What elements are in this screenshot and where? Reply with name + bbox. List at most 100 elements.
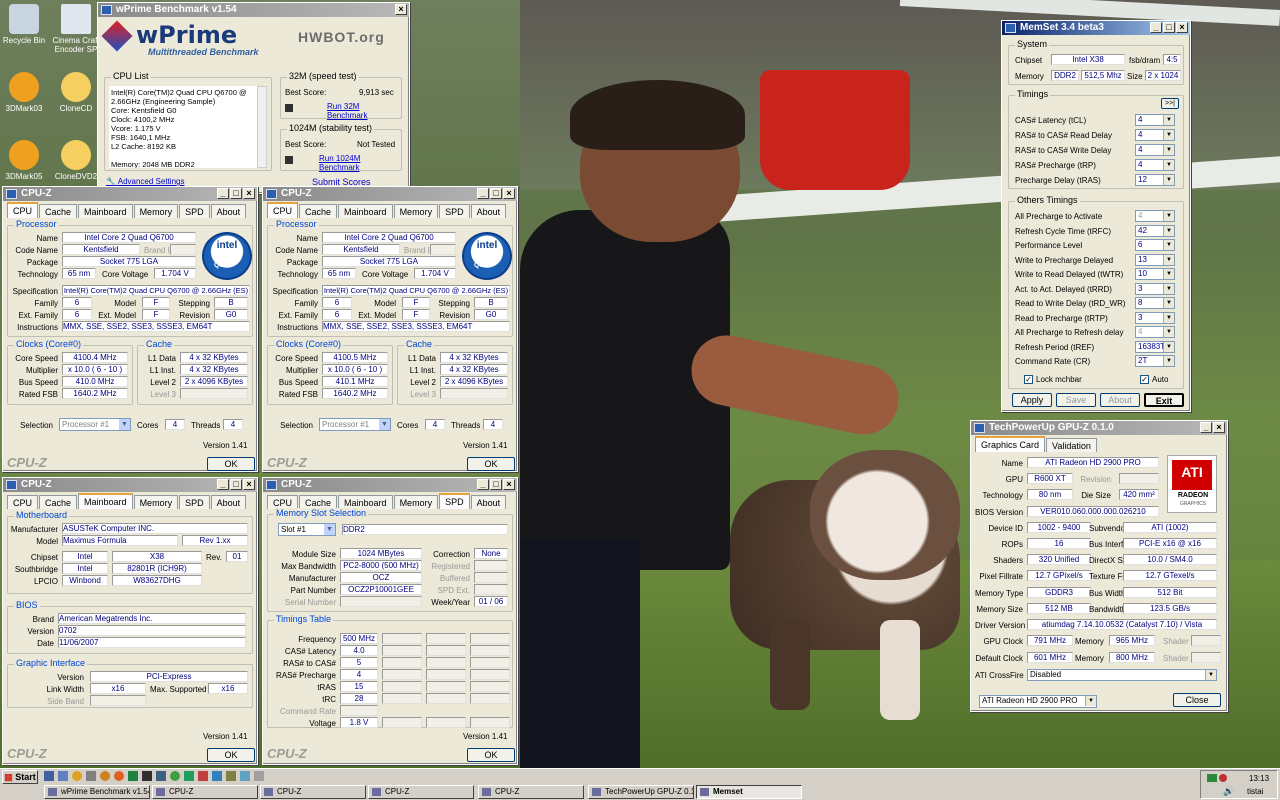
tab-graphics-card[interactable]: Graphics Card bbox=[975, 436, 1046, 452]
tab-about[interactable]: About bbox=[210, 495, 247, 509]
close-button[interactable]: × bbox=[503, 188, 515, 199]
ok-button[interactable]: OK bbox=[467, 457, 515, 471]
timing-dropdown[interactable]: 4 bbox=[1135, 129, 1175, 141]
quicklaunch-icon[interactable] bbox=[184, 771, 194, 781]
maximize-button[interactable]: □ bbox=[490, 188, 502, 199]
security-icon[interactable] bbox=[1219, 774, 1227, 782]
quicklaunch-icon[interactable] bbox=[212, 771, 222, 781]
close-button[interactable]: Close bbox=[1173, 693, 1221, 707]
other-timing-dropdown[interactable]: 4 bbox=[1135, 210, 1175, 222]
tab-about[interactable]: About bbox=[470, 495, 507, 509]
tab-memory[interactable]: Memory bbox=[133, 495, 179, 509]
about-button[interactable]: About bbox=[1100, 393, 1140, 407]
ok-button[interactable]: OK bbox=[207, 457, 255, 471]
run-1024m-link[interactable]: Run 1024M Benchmark bbox=[319, 154, 401, 172]
quicklaunch-icon[interactable] bbox=[142, 771, 152, 781]
tab-cpu[interactable]: CPU bbox=[267, 495, 299, 509]
minimize-button[interactable]: _ bbox=[477, 188, 489, 199]
quicklaunch-icon[interactable] bbox=[128, 771, 138, 781]
processor-selection[interactable]: Processor #1 bbox=[319, 418, 391, 431]
timing-dropdown[interactable]: 4 bbox=[1135, 114, 1175, 126]
other-timing-dropdown[interactable]: 42 bbox=[1135, 224, 1175, 237]
other-timing-dropdown[interactable]: 6 bbox=[1135, 239, 1175, 251]
tab-cache[interactable]: Cache bbox=[299, 204, 338, 218]
auto-checkbox[interactable]: ✓ bbox=[1140, 375, 1149, 384]
tab-spd[interactable]: SPD bbox=[179, 495, 210, 509]
tab-memory[interactable]: Memory bbox=[393, 204, 439, 218]
close-button[interactable]: × bbox=[1176, 22, 1188, 33]
crossfire-dropdown[interactable]: Disabled bbox=[1027, 669, 1217, 681]
exit-button[interactable]: Exit bbox=[1144, 393, 1184, 407]
tab-cache[interactable]: Cache bbox=[39, 495, 78, 509]
slot-selector[interactable]: Slot #1 bbox=[278, 523, 336, 536]
timing-dropdown[interactable]: 4 bbox=[1135, 159, 1175, 171]
tab-mainboard[interactable]: Mainboard bbox=[78, 493, 133, 509]
timing-dropdown[interactable]: 12 bbox=[1135, 174, 1175, 186]
close-button[interactable]: × bbox=[243, 188, 255, 199]
maximize-button[interactable]: □ bbox=[230, 188, 242, 199]
other-timing-dropdown[interactable]: 16383T bbox=[1135, 340, 1175, 353]
quicklaunch-icon[interactable] bbox=[100, 771, 110, 781]
gpu-selector[interactable]: ATI Radeon HD 2900 PRO bbox=[979, 695, 1097, 708]
cpuz-titlebar[interactable]: CPU-Z _ □ × bbox=[263, 478, 517, 492]
other-timing-dropdown[interactable]: 2T bbox=[1135, 355, 1175, 367]
cpuz-titlebar[interactable]: CPU-Z _ □ × bbox=[3, 187, 257, 201]
taskbar-item[interactable]: CPU-Z bbox=[260, 785, 366, 799]
close-button[interactable]: × bbox=[503, 479, 515, 490]
other-timing-dropdown[interactable]: 4 bbox=[1135, 326, 1175, 338]
close-button[interactable]: × bbox=[243, 479, 255, 490]
taskbar-item[interactable]: wPrime Benchmark v1.54 bbox=[44, 785, 150, 799]
minimize-button[interactable]: _ bbox=[1150, 22, 1162, 33]
other-timing-dropdown[interactable]: 3 bbox=[1135, 282, 1175, 295]
gpuz-titlebar[interactable]: TechPowerUp GPU-Z 0.1.0 _ × bbox=[971, 421, 1227, 435]
quicklaunch-icon[interactable] bbox=[240, 771, 250, 781]
maximize-button[interactable]: □ bbox=[1163, 22, 1175, 33]
quicklaunch-icon[interactable] bbox=[254, 771, 264, 781]
quicklaunch-icon[interactable] bbox=[156, 771, 166, 781]
quicklaunch-icon[interactable] bbox=[44, 771, 54, 781]
processor-selection[interactable]: Processor #1 bbox=[59, 418, 131, 431]
other-timing-dropdown[interactable]: 8 bbox=[1135, 297, 1175, 309]
tab-spd[interactable]: SPD bbox=[439, 493, 470, 509]
tab-cache[interactable]: Cache bbox=[39, 204, 78, 218]
tab-mainboard[interactable]: Mainboard bbox=[78, 204, 133, 218]
tab-mainboard[interactable]: Mainboard bbox=[338, 204, 393, 218]
tab-validation[interactable]: Validation bbox=[1046, 438, 1097, 452]
tab-spd[interactable]: SPD bbox=[179, 204, 210, 218]
close-button[interactable]: × bbox=[395, 4, 407, 15]
ok-button[interactable]: OK bbox=[467, 748, 515, 762]
taskbar-item[interactable]: TechPowerUp GPU-Z 0.1.0 bbox=[588, 785, 694, 799]
taskbar-item-active[interactable]: Memset bbox=[696, 785, 802, 799]
quicklaunch-icon[interactable] bbox=[58, 771, 68, 781]
taskbar-item[interactable]: CPU-Z bbox=[368, 785, 474, 799]
taskbar-item[interactable]: CPU-Z bbox=[152, 785, 258, 799]
taskbar-item[interactable]: CPU-Z bbox=[478, 785, 584, 799]
cpuz-titlebar[interactable]: CPU-Z _ □ × bbox=[263, 187, 517, 201]
volume-icon[interactable]: 🔊 bbox=[1223, 786, 1234, 797]
cpuz-titlebar[interactable]: CPU-Z _ □ × bbox=[3, 478, 257, 492]
lock-mchbar-checkbox[interactable]: ✓ bbox=[1024, 375, 1033, 384]
wprime-titlebar[interactable]: wPrime Benchmark v1.54 × bbox=[98, 3, 409, 17]
quicklaunch-icon[interactable] bbox=[114, 771, 124, 781]
minimize-button[interactable]: _ bbox=[477, 479, 489, 490]
minimize-button[interactable]: _ bbox=[217, 188, 229, 199]
timing-dropdown[interactable]: 4 bbox=[1135, 144, 1175, 156]
tab-cpu[interactable]: CPU bbox=[7, 495, 39, 509]
cpu-list[interactable]: Intel(R) Core(TM)2 Quad CPU Q6700 @2.66G… bbox=[109, 86, 257, 168]
memset-titlebar[interactable]: MemSet 3.4 beta3 _ □ × bbox=[1002, 21, 1190, 35]
minimize-button[interactable]: _ bbox=[1200, 422, 1212, 433]
maximize-button[interactable]: □ bbox=[230, 479, 242, 490]
tab-cpu[interactable]: CPU bbox=[267, 202, 299, 218]
run-32m-link[interactable]: Run 32M Benchmark bbox=[327, 102, 401, 120]
other-timing-dropdown[interactable]: 10 bbox=[1135, 268, 1175, 280]
tab-mainboard[interactable]: Mainboard bbox=[338, 495, 393, 509]
tab-memory[interactable]: Memory bbox=[393, 495, 439, 509]
ok-button[interactable]: OK bbox=[207, 748, 255, 762]
quicklaunch-icon[interactable] bbox=[170, 771, 180, 781]
cpu-list-scrollbar[interactable] bbox=[257, 86, 267, 168]
advanced-toggle-button[interactable]: >>| bbox=[1161, 98, 1179, 109]
save-button[interactable]: Save bbox=[1056, 393, 1096, 407]
maximize-button[interactable]: □ bbox=[490, 479, 502, 490]
tab-about[interactable]: About bbox=[210, 204, 247, 218]
tab-memory[interactable]: Memory bbox=[133, 204, 179, 218]
